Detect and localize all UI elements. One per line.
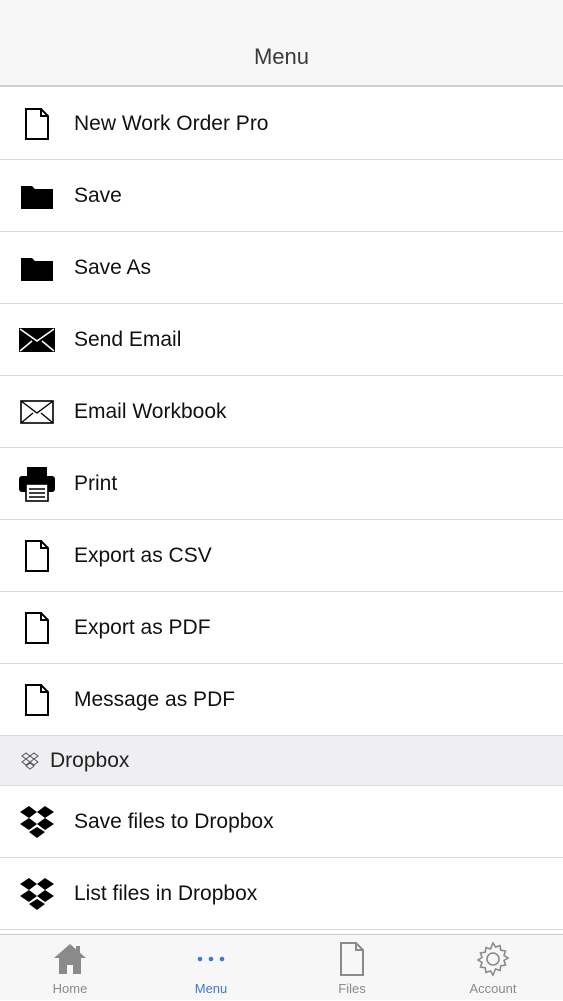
menu-item-label: Save files to Dropbox — [74, 809, 274, 833]
dropbox-icon — [18, 805, 56, 838]
envelope-outline-icon — [18, 396, 56, 428]
menu-item-new-work-order[interactable]: New Work Order Pro — [0, 88, 563, 160]
tab-label: Files — [338, 981, 366, 996]
menu-item-label: Export as PDF — [74, 615, 211, 639]
more-icon — [193, 941, 229, 977]
menu-item-export-csv[interactable]: Export as CSV — [0, 520, 563, 592]
menu-item-message-pdf[interactable]: Message as PDF — [0, 664, 563, 736]
tab-bar: Home Menu Files Account — [0, 934, 563, 1000]
file-icon — [334, 941, 370, 977]
envelope-filled-icon — [18, 324, 56, 356]
page-title: Menu — [253, 44, 310, 69]
document-icon — [18, 539, 56, 572]
menu-item-list-dropbox[interactable]: List files in Dropbox — [0, 858, 563, 930]
document-icon — [18, 107, 56, 140]
menu-item-save-as[interactable]: Save As — [0, 232, 563, 304]
dropbox-icon — [18, 877, 56, 910]
tab-account[interactable]: Account — [423, 935, 563, 1001]
menu-item-export-pdf[interactable]: Export as PDF — [0, 592, 563, 664]
printer-icon — [18, 466, 56, 502]
menu-item-label: Print — [74, 471, 118, 495]
section-header-label: Dropbox — [50, 748, 130, 772]
folder-icon — [18, 252, 56, 284]
dropbox-outline-icon — [21, 751, 39, 770]
menu-item-label: Save As — [74, 255, 152, 279]
menu-item-save-dropbox[interactable]: Save files to Dropbox — [0, 786, 563, 858]
menu-list: New Work Order Pro Save Save As Send Ema… — [0, 88, 563, 930]
document-icon — [18, 611, 56, 644]
menu-item-email-workbook[interactable]: Email Workbook — [0, 376, 563, 448]
section-header-dropbox: Dropbox — [0, 736, 563, 786]
tab-label: Home — [52, 981, 88, 996]
menu-item-label: New Work Order Pro — [74, 111, 269, 135]
menu-item-label: Email Workbook — [74, 399, 227, 423]
document-icon — [18, 683, 56, 716]
tab-home[interactable]: Home — [0, 935, 140, 1001]
nav-bar: Menu — [0, 0, 563, 87]
menu-item-label: Export as CSV — [74, 543, 212, 567]
tab-label: Menu — [194, 981, 228, 996]
menu-item-label: Send Email — [74, 327, 182, 351]
home-icon — [52, 941, 88, 977]
menu-item-label: List files in Dropbox — [74, 881, 258, 905]
gear-icon — [475, 941, 511, 977]
menu-item-send-email[interactable]: Send Email — [0, 304, 563, 376]
menu-item-save[interactable]: Save — [0, 160, 563, 232]
tab-files[interactable]: Files — [282, 935, 422, 1001]
folder-icon — [18, 180, 56, 212]
menu-item-print[interactable]: Print — [0, 448, 563, 520]
menu-item-label: Save — [74, 183, 122, 207]
tab-menu[interactable]: Menu — [141, 935, 281, 1001]
menu-item-label: Message as PDF — [74, 687, 236, 711]
tab-label: Account — [469, 981, 517, 996]
